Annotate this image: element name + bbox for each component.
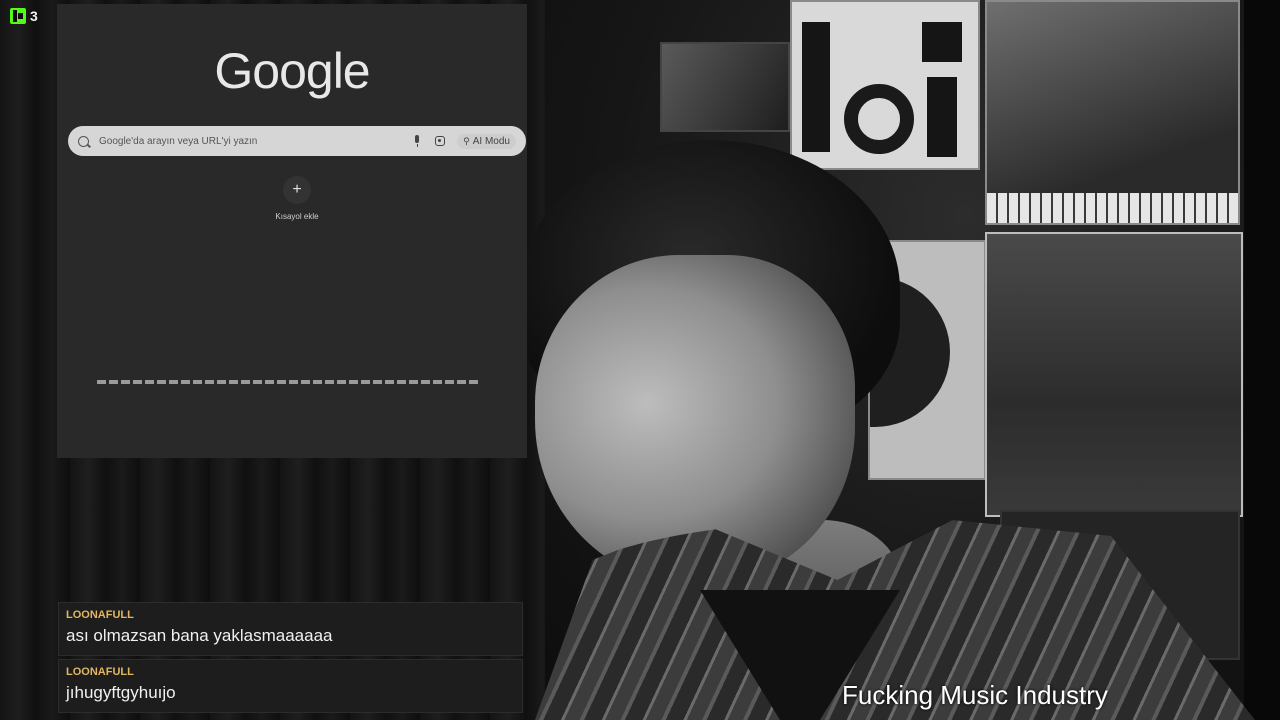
poster-graphic [927,77,957,157]
poster-image [985,232,1243,517]
ai-mode-icon: ⚲ [463,135,470,146]
search-icon [78,135,89,147]
search-placeholder: Google'da arayın veya URL'yi yazın [99,135,258,147]
stream-caption: Fucking Music Industry [842,680,1108,710]
mic-icon[interactable] [413,135,421,147]
kick-logo-icon [10,8,26,24]
viewer-count: 3 [30,8,38,24]
frame-border [1244,0,1280,720]
stream-frame: 3 Google Google'da arayın veya URL'yi ya… [0,0,1280,720]
poster-graphic [844,84,914,154]
chat-text: jıhugyftgyhuıjo [66,683,176,702]
add-shortcut-label: Kısayol ekle [275,212,319,221]
ai-mode-button[interactable]: ⚲ AI Modu [457,133,516,149]
chat-message: LOONAFULL jıhugyftgyhuıjo [58,659,523,713]
poster-image [660,42,790,132]
poster-image [790,0,980,170]
chat-text: ası olmazsan bana yaklasmaaaaaa [66,626,333,645]
add-shortcut-button[interactable]: + [283,176,311,204]
poster-graphic [922,22,962,62]
poster-image [985,0,1240,225]
browser-capture: Google Google'da arayın veya URL'yi yazı… [57,4,527,458]
search-input[interactable]: Google'da arayın veya URL'yi yazın ⚲ AI … [68,126,526,156]
chat-username: LOONAFULL [66,609,134,621]
poster-graphic [802,22,830,152]
google-logo: Google [214,43,370,99]
lens-icon[interactable] [435,136,446,146]
ai-mode-label: AI Modu [472,135,510,147]
poster-graphic [987,193,1238,223]
chat-username: LOONAFULL [66,666,134,678]
stream-logo: 3 [10,8,38,24]
add-shortcut-tile[interactable]: + Kısayol ekle [267,176,327,221]
chat-message: LOONAFULL ası olmazsan bana yaklasmaaaaa… [58,602,523,656]
dashed-divider [97,380,480,384]
chat-panel: LOONAFULL ası olmazsan bana yaklasmaaaaa… [58,602,523,716]
